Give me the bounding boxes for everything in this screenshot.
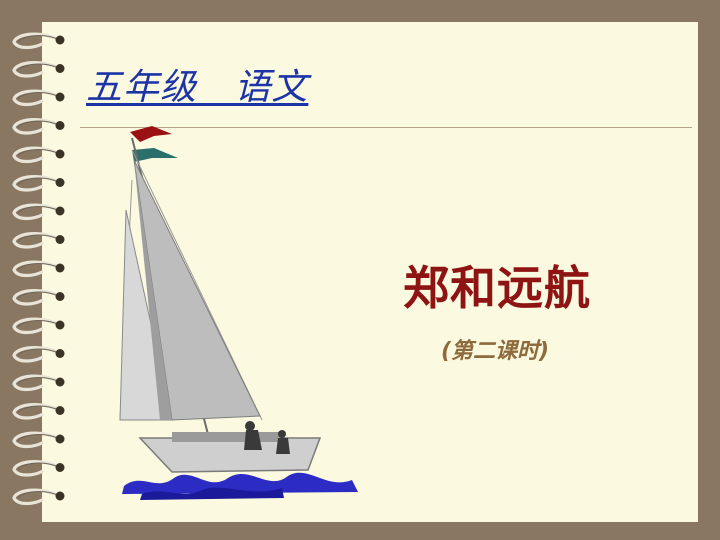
binding-ring [12,403,65,420]
spiral-binding [12,32,65,506]
binding-ring [12,61,65,78]
binding-ring [12,203,65,221]
slide-frame: 五年级 语文 郑和远航 (第二课时) [0,0,720,540]
binding-ring [12,374,65,392]
sailboat-clipart [119,126,358,500]
binding-ring [12,346,65,363]
red-flag [130,126,172,142]
binding-ring [12,460,65,477]
binding-ring [12,32,65,50]
binding-ring [12,317,65,335]
green-flag [132,148,178,162]
lesson-subtitle: (第二课时) [441,339,550,364]
lesson-title: 郑和远航 [403,261,591,315]
binding-ring [12,232,65,249]
hull [138,437,322,473]
header-title: 五年级 语文 [86,67,309,108]
binding-ring [12,89,65,107]
binding-ring [12,488,65,506]
binding-ring [12,146,65,164]
binding-ring [12,289,65,306]
binding-ring [12,260,65,278]
binding-ring [12,118,65,135]
sailor-head [245,421,255,431]
binding-ring [12,431,65,449]
binding-ring [12,175,65,192]
